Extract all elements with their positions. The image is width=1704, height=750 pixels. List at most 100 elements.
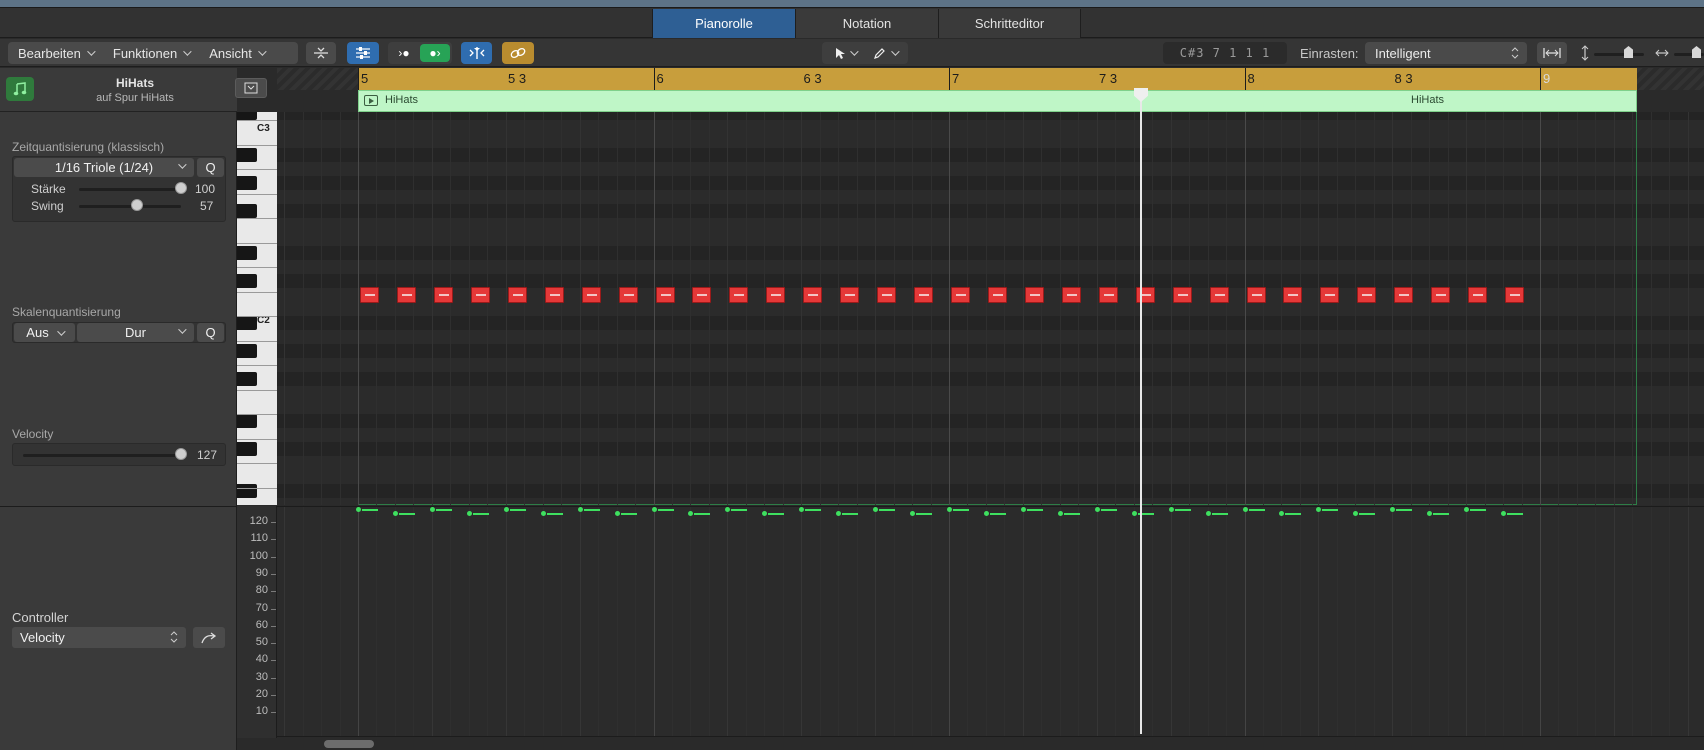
- midi-note[interactable]: [1209, 287, 1229, 303]
- midi-note[interactable]: [1505, 287, 1525, 303]
- vertical-zoom-knob[interactable]: [1624, 46, 1633, 58]
- time-quantize-select[interactable]: 1/16 Triole (1/24): [14, 158, 194, 177]
- velocity-point[interactable]: [1464, 507, 1470, 512]
- velocity-point[interactable]: [762, 511, 768, 516]
- snap-select[interactable]: Intelligent: [1365, 42, 1527, 64]
- velocity-point[interactable]: [1316, 507, 1322, 512]
- strength-slider[interactable]: [79, 188, 181, 191]
- midi-note[interactable]: [1061, 287, 1081, 303]
- velocity-point[interactable]: [1501, 511, 1507, 516]
- velocity-point[interactable]: [947, 507, 952, 512]
- velocity-point[interactable]: [466, 511, 472, 516]
- tab-schritteditor[interactable]: Schritteditor: [938, 9, 1081, 38]
- functions-menu[interactable]: Funktionen: [103, 42, 199, 64]
- midi-note[interactable]: [914, 287, 934, 303]
- velocity-point[interactable]: [356, 507, 361, 512]
- black-key[interactable]: [237, 274, 257, 288]
- midi-note[interactable]: [987, 287, 1007, 303]
- pointer-tool-menu[interactable]: [826, 44, 864, 62]
- black-key[interactable]: [237, 148, 257, 162]
- midi-note[interactable]: [1431, 287, 1451, 303]
- velocity-point[interactable]: [503, 507, 509, 512]
- velocity-point[interactable]: [1094, 507, 1100, 512]
- midi-note[interactable]: [1394, 287, 1414, 303]
- vertical-zoom-slider[interactable]: [1594, 53, 1644, 56]
- black-key[interactable]: [237, 246, 257, 260]
- velocity-point[interactable]: [1242, 507, 1248, 512]
- fit-width-button[interactable]: [1537, 42, 1567, 64]
- midi-note[interactable]: [581, 287, 601, 303]
- midi-note[interactable]: [1283, 287, 1303, 303]
- horizontal-zoom-knob[interactable]: [1692, 46, 1701, 58]
- midi-note[interactable]: [692, 287, 712, 303]
- region-menu-button[interactable]: [235, 78, 267, 98]
- midi-note[interactable]: [1468, 287, 1488, 303]
- black-key[interactable]: [237, 316, 257, 330]
- midi-note[interactable]: [360, 287, 379, 303]
- velocity-point[interactable]: [1353, 511, 1359, 516]
- midi-note[interactable]: [1172, 287, 1192, 303]
- velocity-lane[interactable]: [277, 506, 1704, 738]
- midi-in-button[interactable]: ›●: [390, 44, 418, 62]
- black-key[interactable]: [237, 344, 257, 358]
- velocity-point[interactable]: [799, 507, 805, 512]
- velocity-point[interactable]: [1279, 511, 1285, 516]
- velocity-point[interactable]: [836, 511, 842, 516]
- midi-note[interactable]: [1024, 287, 1044, 303]
- velocity-point[interactable]: [873, 507, 879, 512]
- velocity-point[interactable]: [910, 511, 916, 516]
- playhead[interactable]: [1140, 88, 1142, 734]
- black-key[interactable]: [237, 112, 257, 120]
- midi-note[interactable]: [1357, 287, 1377, 303]
- black-key[interactable]: [237, 484, 257, 498]
- black-key[interactable]: [237, 204, 257, 218]
- swing-knob[interactable]: [131, 199, 144, 211]
- scale-root-select[interactable]: Aus: [14, 323, 75, 342]
- midi-note[interactable]: [470, 287, 490, 303]
- midi-note[interactable]: [507, 287, 527, 303]
- velocity-knob[interactable]: [175, 448, 187, 460]
- black-key[interactable]: [237, 442, 257, 456]
- scale-quantize-q-button[interactable]: Q: [197, 323, 224, 342]
- midi-inspector-button[interactable]: [347, 42, 379, 64]
- controller-select[interactable]: Velocity: [12, 627, 186, 648]
- midi-note[interactable]: [1320, 287, 1340, 303]
- velocity-point[interactable]: [614, 511, 620, 516]
- midi-note[interactable]: [951, 287, 970, 303]
- velocity-point[interactable]: [725, 507, 731, 512]
- bar-ruler[interactable]: 5 5 3 6 6 3 7 7 3 8 8 3 9: [277, 68, 1704, 90]
- midi-region-header[interactable]: HiHats HiHats: [358, 90, 1637, 112]
- link-button[interactable]: [502, 42, 534, 64]
- midi-note[interactable]: [877, 287, 897, 303]
- collapse-button[interactable]: [306, 42, 336, 64]
- velocity-point[interactable]: [392, 511, 398, 516]
- strength-knob[interactable]: [175, 182, 187, 194]
- velocity-point[interactable]: [577, 507, 583, 512]
- tab-notation[interactable]: Notation: [795, 9, 938, 38]
- velocity-point[interactable]: [540, 511, 546, 516]
- view-menu[interactable]: Ansicht: [199, 42, 274, 64]
- horizontal-scrollbar[interactable]: [277, 736, 1704, 750]
- catch-button[interactable]: [461, 42, 492, 64]
- black-key[interactable]: [237, 414, 257, 428]
- velocity-point[interactable]: [429, 507, 435, 512]
- velocity-point[interactable]: [1205, 511, 1211, 516]
- midi-note[interactable]: [618, 287, 638, 303]
- swing-slider[interactable]: [79, 205, 181, 208]
- scale-type-select[interactable]: Dur: [77, 323, 194, 342]
- automation-curve-button[interactable]: [193, 627, 225, 648]
- midi-note[interactable]: [803, 287, 823, 303]
- velocity-point[interactable]: [1390, 507, 1396, 512]
- midi-note[interactable]: [1135, 287, 1155, 303]
- velocity-point[interactable]: [1020, 507, 1026, 512]
- note-grid[interactable]: [277, 112, 1704, 505]
- velocity-point[interactable]: [1057, 511, 1063, 516]
- piano-keyboard[interactable]: C3 C2: [237, 112, 277, 505]
- velocity-point[interactable]: [1427, 511, 1433, 516]
- midi-note[interactable]: [729, 287, 749, 303]
- scrollbar-thumb[interactable]: [324, 740, 374, 748]
- pencil-tool-menu[interactable]: [866, 44, 904, 62]
- velocity-point[interactable]: [688, 511, 694, 516]
- velocity-point[interactable]: [1131, 511, 1137, 516]
- edit-menu[interactable]: Bearbeiten: [8, 42, 103, 64]
